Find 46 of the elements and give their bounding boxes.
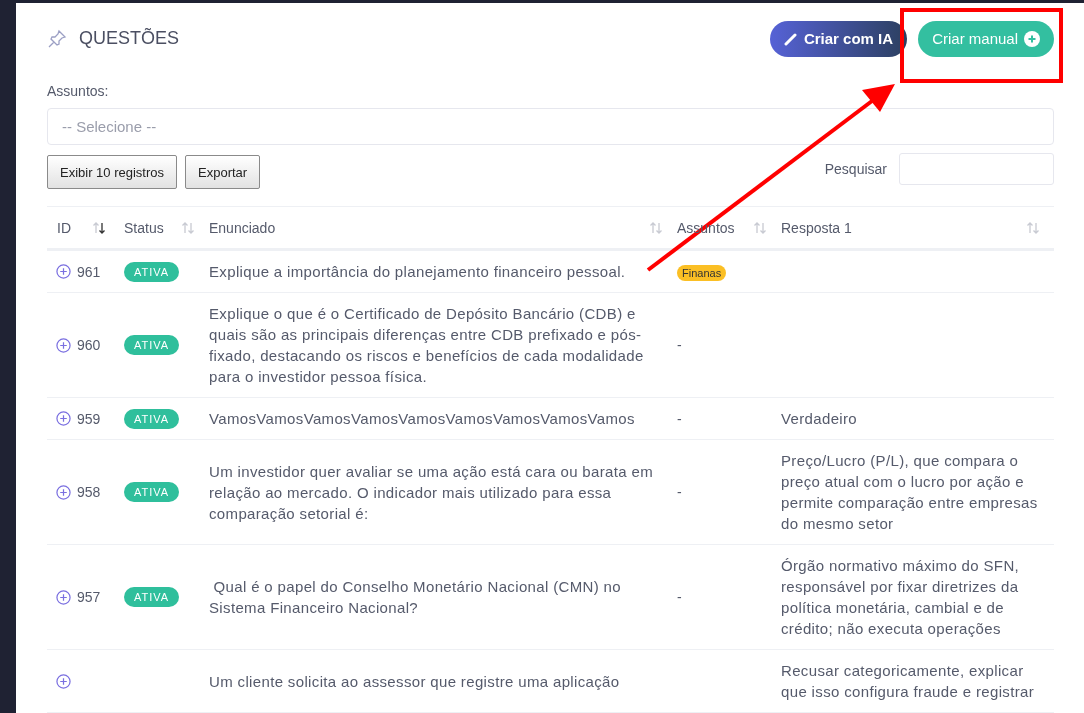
subject-cell-text: - (677, 589, 683, 605)
expand-icon[interactable] (56, 337, 71, 353)
export-button[interactable]: Exportar (185, 155, 261, 190)
column-header[interactable]: Resposta 1 (781, 219, 852, 236)
answer-text: Órgão normativo máximo do SFN, responsável por fixar diretrizes da política monetária, cambial e de crédito; não executa operações (781, 556, 1021, 639)
answer-text: Verdadeiro (781, 409, 859, 429)
status-badge: ATIVA (124, 482, 180, 502)
question-text: VamosVamosVamosVamosVamosVamosVamosVamosVamos (209, 409, 636, 429)
search-field[interactable] (899, 153, 1054, 186)
status-badge: ATIVA (124, 587, 180, 607)
pin-icon (47, 28, 67, 49)
subject-cell-text: - (677, 410, 683, 427)
filter-label: Assuntos: (47, 82, 110, 99)
id-cell: 961 (77, 263, 101, 280)
question-text: Explique a importância do planejamento financeiro pessoal. (209, 262, 627, 282)
question-text: Qual é o papel do Conselho Monetário Nacional (CMN) no Sistema Financeiro Nacional? (209, 577, 622, 618)
page-title: QUESTÕES (79, 28, 181, 50)
expand-icon[interactable] (56, 264, 71, 279)
expand-icon[interactable] (56, 673, 71, 689)
answer-text: Preço/Lucro (P/L), que compara o preço atual com o lucro por ação e permite comparação entre empresas do mesmo setor (781, 451, 1039, 534)
column-header[interactable]: ID (57, 219, 71, 236)
expand-icon[interactable] (56, 484, 71, 500)
pencil-icon (783, 31, 798, 46)
search-label: Pesquisar (824, 161, 887, 178)
expand-icon[interactable] (56, 589, 71, 605)
answer-text: Recusar categoricamente, explicar que isso configura fraude e registrar (781, 661, 1036, 702)
question-text: Um cliente solicita ao assessor que registre uma aplicação (209, 671, 621, 692)
column-header[interactable]: Enunciado (209, 219, 276, 236)
id-cell: 958 (77, 484, 101, 500)
subject-cell-text: - (677, 337, 683, 353)
sort-icon[interactable] (92, 220, 106, 235)
id-cell: 960 (77, 337, 101, 353)
status-badge: ATIVA (124, 335, 180, 355)
id-cell: 957 (77, 589, 101, 605)
subject-cell-text: - (677, 484, 683, 500)
create-ai-button[interactable]: Criar com IA (769, 20, 908, 57)
id-cell: 959 (77, 410, 101, 427)
status-badge: ATIVA (124, 408, 180, 429)
question-text: Explique o que é o Certificado de Depósito Bancário (CDB) e quais são as principais diferenças entre CDB prefixado e pós-fixado, destacando os riscos e benefícios de cada modalidade para o investidor pessoa física. (209, 304, 645, 387)
question-text: Um investidor quer avaliar se uma ação está cara ou barata em relação ao mercado. O indicador mais utilizado para essa comparação setorial é: (209, 461, 655, 524)
page-size-button[interactable]: Exibir 10 registros (47, 155, 178, 190)
subject-tag: Finanas (677, 264, 727, 281)
column-header[interactable]: Status (124, 219, 164, 236)
plus-icon (1024, 30, 1040, 47)
expand-icon[interactable] (56, 411, 71, 426)
status-badge: ATIVA (124, 261, 180, 282)
